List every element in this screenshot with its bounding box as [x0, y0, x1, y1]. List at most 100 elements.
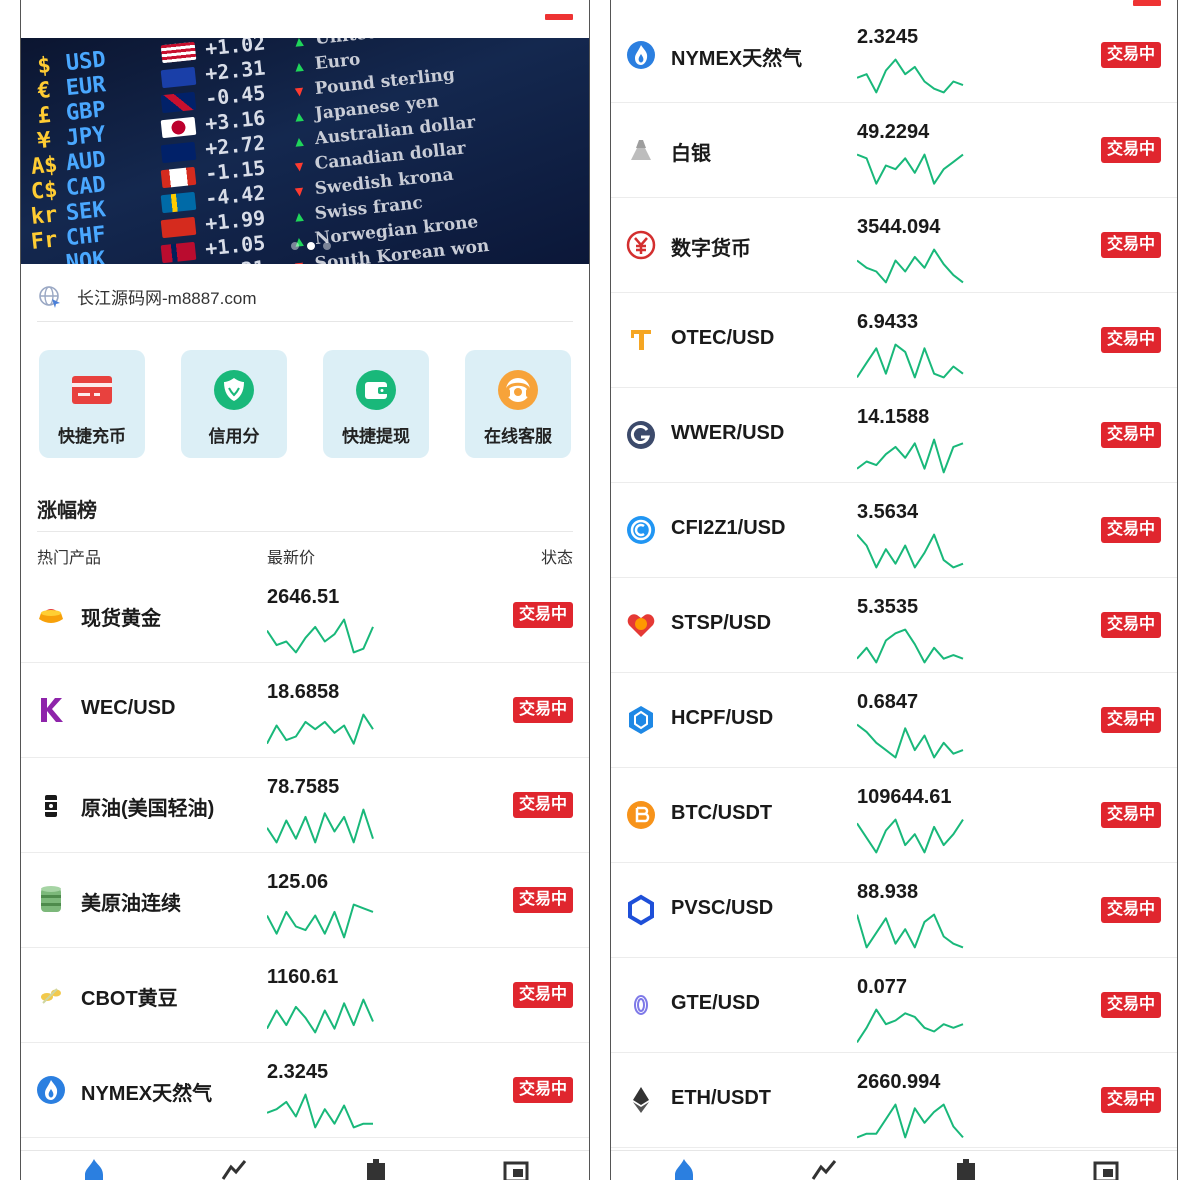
- soybean-icon: [35, 979, 67, 1011]
- arrow-down-icon: ▼: [294, 83, 305, 101]
- trading-status-badge[interactable]: 交易中: [1100, 612, 1161, 638]
- market-row[interactable]: PVSC/USD 88.938 交易中: [611, 863, 1177, 958]
- action-credit-score[interactable]: 信用分: [181, 350, 287, 458]
- trading-status-badge[interactable]: 交易中: [1100, 422, 1161, 448]
- notice-bar[interactable]: 长江源码网-m8887.com: [37, 272, 573, 322]
- price-sparkline: [857, 628, 964, 664]
- carousel-dot-active[interactable]: [307, 242, 315, 250]
- latest-price: 109644.61: [857, 786, 952, 808]
- trading-status-badge[interactable]: 交易中: [1100, 992, 1161, 1018]
- flag-icon: [160, 116, 197, 139]
- carousel-dot[interactable]: [291, 242, 299, 250]
- trading-status-badge[interactable]: 交易中: [1100, 517, 1161, 543]
- trading-status-badge[interactable]: 交易中: [1100, 137, 1161, 163]
- latest-price: 2.3245: [857, 26, 919, 48]
- trading-status-badge[interactable]: 交易中: [1100, 42, 1161, 68]
- g-logo-icon: [625, 419, 657, 451]
- market-row[interactable]: 现货黄金 2646.51 交易中: [21, 568, 589, 663]
- carousel-dots[interactable]: [291, 242, 331, 250]
- product-name: HCPF/USD: [671, 707, 774, 729]
- flag-icon: [160, 66, 197, 89]
- flame-nav-icon: [85, 1159, 103, 1180]
- nav-trade[interactable]: [953, 1159, 979, 1180]
- market-row[interactable]: NYMEX天然气 2.3245 交易中: [21, 1043, 589, 1138]
- hex-coin-icon: [625, 704, 657, 736]
- flag-icon: [160, 141, 197, 164]
- nav-market[interactable]: [811, 1159, 837, 1180]
- product-name: CBOT黄豆: [81, 988, 178, 1010]
- nav-home[interactable]: [81, 1159, 107, 1180]
- price-sparkline: [857, 818, 964, 854]
- market-row[interactable]: 原油(美国轻油) 78.7585 交易中: [21, 758, 589, 853]
- sparkline-path: [267, 1093, 373, 1129]
- trading-status-badge[interactable]: 交易中: [512, 602, 573, 628]
- battery-icon: [1133, 0, 1161, 6]
- building-nav-icon: [367, 1159, 385, 1180]
- market-row[interactable]: BTC/USDT 109644.61 交易中: [611, 768, 1177, 863]
- sparkline-path: [857, 58, 964, 94]
- market-row[interactable]: NYMEX天然气 2.3245 交易中: [611, 8, 1177, 103]
- latest-price: 5.3535: [857, 596, 919, 618]
- market-row[interactable]: HCPF/USD 0.6847 交易中: [611, 673, 1177, 768]
- ethereum-icon: [625, 1084, 657, 1116]
- product-name: 现货黄金: [81, 608, 161, 630]
- trading-status-badge[interactable]: 交易中: [1100, 802, 1161, 828]
- action-label: 信用分: [208, 427, 260, 446]
- sparkline-path: [267, 618, 374, 654]
- flag-icon: [160, 216, 197, 239]
- product-name: WWER/USD: [671, 422, 785, 444]
- nav-market[interactable]: [221, 1159, 247, 1180]
- trading-status-badge[interactable]: 交易中: [1100, 327, 1161, 353]
- carousel-dot[interactable]: [323, 242, 331, 250]
- nav-assets[interactable]: [503, 1159, 529, 1180]
- market-row[interactable]: 白银 49.2294 交易中: [611, 103, 1177, 198]
- trading-status-badge[interactable]: 交易中: [512, 982, 573, 1008]
- trading-status-badge[interactable]: 交易中: [512, 887, 573, 913]
- price-sparkline: [857, 58, 964, 94]
- trading-status-badge[interactable]: 交易中: [1100, 1087, 1161, 1113]
- market-row[interactable]: CBOT黄豆 1160.61 交易中: [21, 948, 589, 1043]
- action-label: 快捷充币: [58, 427, 126, 446]
- flag-icon: [160, 191, 197, 214]
- product-name: NYMEX天然气: [671, 48, 803, 70]
- market-row[interactable]: OTEC/USD 6.9433 交易中: [611, 293, 1177, 388]
- market-row[interactable]: 美原油连续 125.06 交易中: [21, 853, 589, 948]
- product-name: PVSC/USD: [671, 897, 774, 919]
- nav-assets[interactable]: [1093, 1159, 1119, 1180]
- nav-trade[interactable]: [363, 1159, 389, 1180]
- market-row[interactable]: GTE/USD 0.077 交易中: [611, 958, 1177, 1053]
- latest-price: 14.1588: [857, 406, 930, 428]
- market-row[interactable]: CFI2Z1/USD 3.5634 交易中: [611, 483, 1177, 578]
- product-name: GTE/USD: [671, 992, 760, 1014]
- action-recharge[interactable]: 快捷充币: [39, 350, 145, 458]
- price-sparkline: [267, 998, 374, 1034]
- trading-status-badge[interactable]: 交易中: [512, 1077, 573, 1103]
- chart-nav-icon: [221, 1160, 247, 1180]
- arrow-down-icon: ▼: [294, 257, 316, 264]
- trading-status-badge[interactable]: 交易中: [1100, 897, 1161, 923]
- market-row[interactable]: STSP/USD 5.3535 交易中: [611, 578, 1177, 673]
- arrow-up-icon: ▲: [294, 208, 305, 226]
- silver-icon: [625, 134, 657, 166]
- action-withdraw[interactable]: 快捷提现: [323, 350, 429, 458]
- sparkline-path: [857, 1103, 964, 1139]
- market-row[interactable]: WEC/USD 18.6858 交易中: [21, 663, 589, 758]
- latest-price: 2660.994: [857, 1071, 941, 1093]
- trading-status-badge[interactable]: 交易中: [512, 792, 573, 818]
- product-name: 白银: [671, 143, 711, 165]
- trading-status-badge[interactable]: 交易中: [512, 697, 573, 723]
- nav-home[interactable]: [671, 1159, 697, 1180]
- sparkline-path: [267, 808, 374, 844]
- oil-barrel-icon: [35, 789, 67, 821]
- market-row[interactable]: WWER/USD 14.1588 交易中: [611, 388, 1177, 483]
- action-support[interactable]: 在线客服: [465, 350, 571, 458]
- banner-carousel[interactable]: $USD+1.02▲United States dollar€EUR+2.31▲…: [21, 38, 589, 264]
- trading-status-badge[interactable]: 交易中: [1100, 707, 1161, 733]
- latest-price: 49.2294: [857, 121, 930, 143]
- trading-status-badge[interactable]: 交易中: [1100, 232, 1161, 258]
- quick-actions: 快捷充币 信用分 快捷提现 在线客服: [39, 350, 571, 458]
- action-label: 在线客服: [484, 427, 552, 446]
- market-row[interactable]: 数字货币 3544.094 交易中: [611, 198, 1177, 293]
- market-row[interactable]: ETH/USDT 2660.994 交易中: [611, 1053, 1177, 1148]
- product-name: OTEC/USD: [671, 327, 775, 349]
